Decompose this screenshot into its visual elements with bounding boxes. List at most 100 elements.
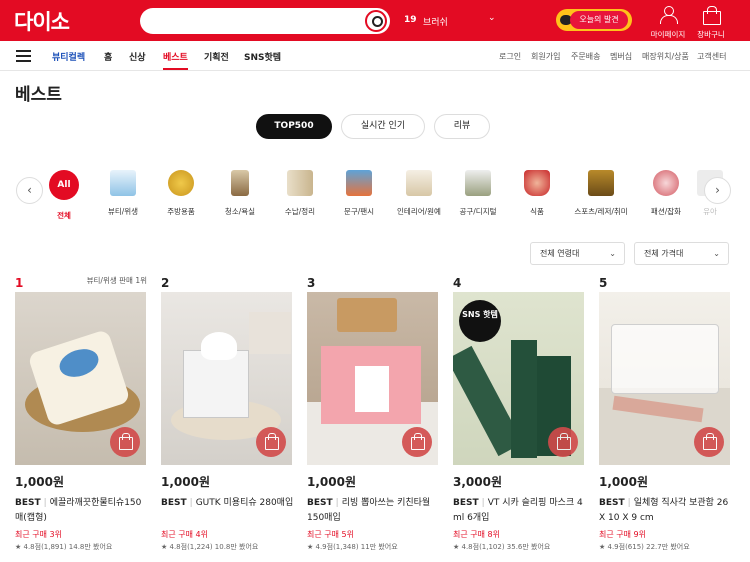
product-image[interactable] [307,292,438,465]
books [249,312,291,354]
product-card[interactable]: 3 1,000원 BEST | 리빙 뽑아쓰는 키친타월 150매입 최근 구매 5… [307,272,439,551]
user-icon [660,6,678,24]
price-filter-select[interactable]: 전체 가격대 ⌄ [634,242,729,265]
add-to-cart-button[interactable] [402,427,432,457]
search-icon[interactable] [365,10,387,32]
product-image[interactable] [15,292,146,465]
frame-icon [406,170,432,196]
product-price: 1,000원 [15,475,64,489]
product-price: 1,000원 [161,475,210,489]
category-next-button[interactable]: › [704,177,731,204]
recent-purchase-rank: 최근 구매 8위 [453,530,500,539]
recent-purchase-rank: 최근 구매 3위 [15,530,62,539]
add-to-cart-button[interactable] [256,427,286,457]
order-link[interactable]: 주문배송 [571,51,600,62]
rank-number: 1 [15,276,24,290]
promo-button[interactable]: 오늘의 발견 [556,9,632,31]
product-rating: ★ 4.8점(1,224) 10.8만 봤어요 [161,543,259,551]
login-link[interactable]: 로그인 [499,51,521,62]
lantern-icon [588,170,614,196]
cart-button[interactable]: 장바구니 [681,6,741,40]
category-rank-label: 뷰티/위생 판매 1위 [86,276,147,285]
tab-review[interactable]: 리뷰 [434,114,490,139]
rank-number: 3 [307,276,316,290]
nav-new[interactable]: 신상 [129,50,146,63]
category-storage[interactable]: 수납/정리 [270,170,330,217]
tab-realtime[interactable]: 실시간 인기 [341,114,425,139]
add-to-cart-button[interactable] [110,427,140,457]
product-price: 1,000원 [307,475,356,489]
top-header: 다이소 19 브러쉬 ⌄ 오늘의 발견 마이페이지 장바구니 [0,0,750,41]
category-tools[interactable]: 공구/디지털 [448,170,508,217]
tissue-pop [201,332,237,360]
trend-keyword[interactable]: 브러쉬 [423,15,448,28]
add-to-cart-button[interactable] [548,427,578,457]
category-label: 인테리어/원예 [397,207,441,216]
product-card[interactable]: 2 1,000원 BEST | GUTK 미용티슈 280매입 최근 구매 4위 ★… [161,272,293,551]
best-badge: BEST [15,498,41,508]
category-all[interactable]: All 전체 [34,170,94,221]
product-price: 3,000원 [453,475,502,489]
product-name[interactable]: BEST | 에끌라깨끗한물티슈150매(캡형) [15,496,149,526]
signup-link[interactable]: 회원가입 [531,51,560,62]
menu-icon[interactable] [16,50,31,62]
nav-beauty-collection[interactable]: 뷰티컬렉 [52,50,85,63]
tool-set-icon [465,170,491,196]
category-interior[interactable]: 인테리어/원예 [389,170,449,217]
category-fashion[interactable]: 패션/잡화 [636,170,696,217]
all-badge: All [49,170,79,200]
recent-purchase-rank: 최근 구매 9위 [599,530,646,539]
product-card[interactable]: 5 1,000원 BEST | 일체형 직사각 보관함 26 X 10 X 9 cm… [599,272,731,551]
nav-exhibition[interactable]: 기획전 [204,50,229,63]
category-kitchen[interactable]: 주방용품 [151,170,211,217]
category-label: 수납/정리 [284,207,316,216]
add-to-cart-button[interactable] [694,427,724,457]
page-title: 베스트 [15,85,62,105]
store-link[interactable]: 매장위치/상품 [642,51,689,62]
best-badge: BEST [307,498,333,508]
product-image[interactable] [161,292,292,465]
nav-best[interactable]: 베스트 [163,50,188,70]
nav-home[interactable]: 홈 [104,50,112,63]
product-image[interactable]: SNS 핫템 [453,292,584,465]
separator: | [43,498,47,508]
nav-sns-hot[interactable]: SNS핫템 [244,50,281,63]
category-beauty[interactable]: 뷰티/위생 [93,170,153,217]
bag-icon [653,170,679,196]
product-card[interactable]: 1 뷰티/위생 판매 1위 1,000원 BEST | 에끌라깨끗한물티슈150매(… [15,272,147,551]
product-name[interactable]: BEST | VT 시카 슬리핑 마스크 4 ml 6개입 [453,496,587,526]
tab-top500[interactable]: TOP500 [256,114,332,139]
product-image[interactable] [599,292,730,465]
ramen-cup-icon [524,170,550,196]
age-filter-select[interactable]: 전체 연령대 ⌄ [530,242,625,265]
daiso-logo[interactable]: 다이소 [14,6,70,36]
best-badge: BEST [599,498,625,508]
product-name[interactable]: BEST | 리빙 뽑아쓰는 키친타월 150매입 [307,496,441,526]
chevron-down-icon[interactable]: ⌄ [488,13,496,23]
support-link[interactable]: 고객센터 [697,51,726,62]
recent-purchase-rank: 최근 구매 4위 [161,530,208,539]
membership-link[interactable]: 멤버십 [610,51,632,62]
category-cleaning[interactable]: 청소/욕실 [210,170,270,217]
category-label: 패션/잡화 [650,207,682,216]
cart-label: 장바구니 [697,30,725,39]
price-filter-value: 전체 가격대 [644,249,684,258]
sns-hot-badge: SNS 핫템 [459,300,501,342]
category-food[interactable]: 식품 [507,170,567,217]
pack-label [355,366,389,412]
product-card[interactable]: 4 SNS 핫템 3,000원 BEST | VT 시카 슬리핑 마스크 4 ml … [453,272,585,551]
rank-number: 4 [453,276,462,290]
product-name[interactable]: BEST | 일체형 직사각 보관함 26 X 10 X 9 cm [599,496,733,526]
jar-icon [231,170,249,196]
storage-container [611,324,719,394]
search-input[interactable] [140,8,390,34]
chevron-down-icon: ⌄ [609,249,616,258]
category-label: 뷰티/위생 [107,207,139,216]
product-name[interactable]: BEST | GUTK 미용티슈 280매입 [161,496,295,511]
best-badge: BEST [161,498,187,508]
main-nav: 뷰티컬렉 홈 신상 베스트 기획전 SNS핫템 로그인 회원가입 주문배송 멤버… [0,41,750,71]
rank-number: 2 [161,276,170,290]
category-sports[interactable]: 스포츠/레저/취미 [571,170,631,217]
category-stationery[interactable]: 문구/팬시 [329,170,389,217]
wood-board [337,298,397,332]
